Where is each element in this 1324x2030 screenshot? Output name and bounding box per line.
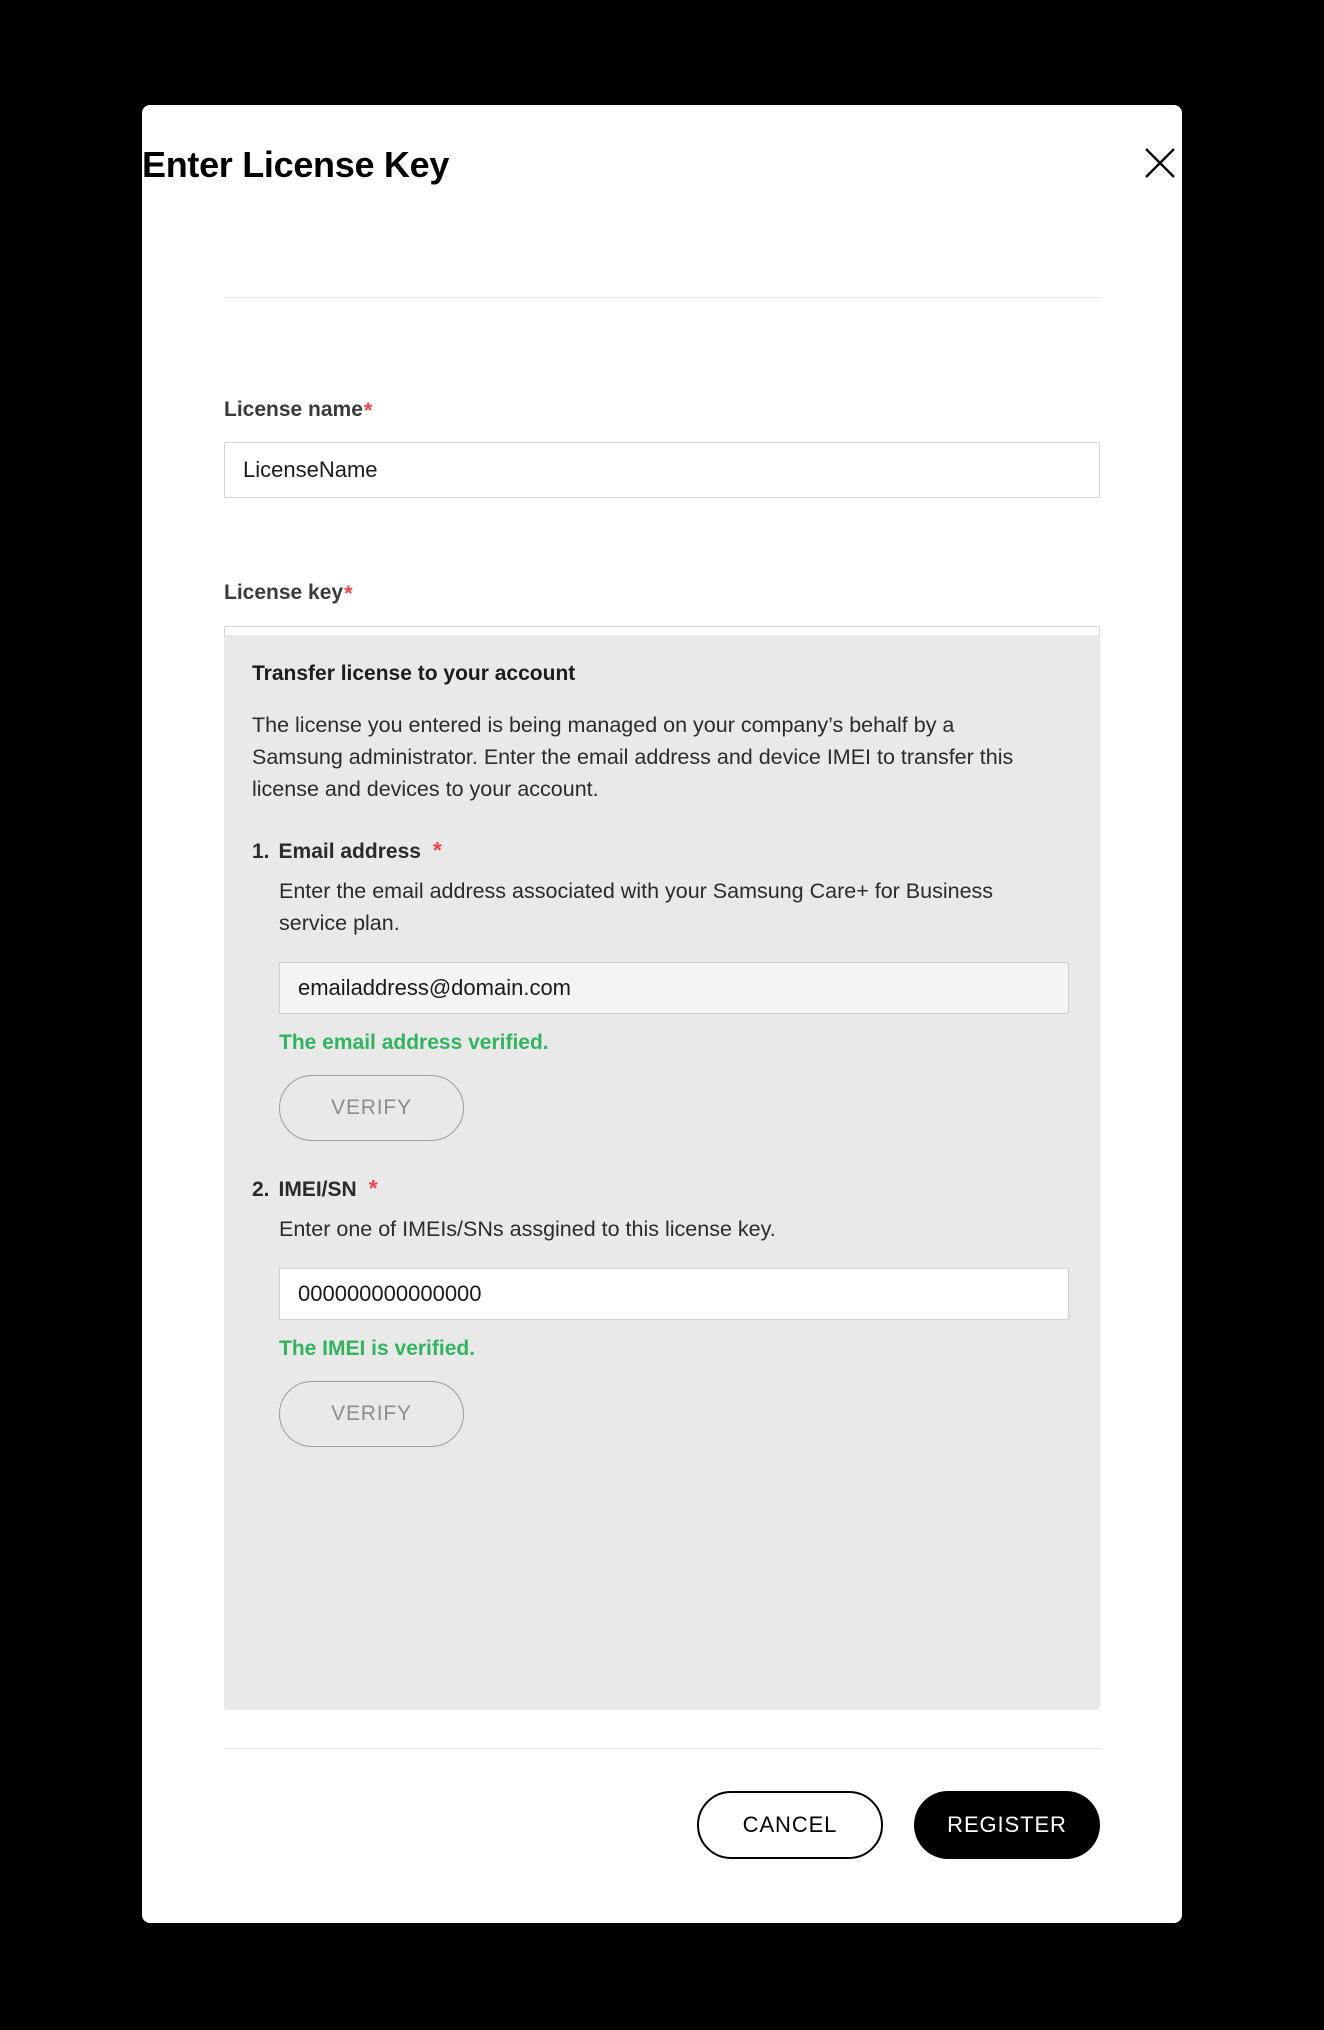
- required-asterisk: *: [368, 1175, 378, 1202]
- license-name-label: License name*: [224, 398, 373, 423]
- page-title: Enter License Key: [142, 144, 450, 185]
- step-number: 1.: [252, 840, 270, 864]
- email-address-input[interactable]: [279, 962, 1069, 1015]
- step-title: Email address: [278, 840, 421, 864]
- screen-backdrop: Enter License Key License name* License …: [0, 0, 1324, 2030]
- license-name-label-text: License name: [224, 398, 363, 421]
- license-key-label: License key*: [224, 581, 353, 606]
- license-name-input[interactable]: [224, 442, 1100, 498]
- close-button[interactable]: [1134, 137, 1182, 189]
- required-asterisk: *: [432, 837, 442, 864]
- step-imei-body: Enter one of IMEIs/SNs assgined to this …: [252, 1214, 1072, 1246]
- step-imei-heading: 2. IMEI/SN *: [252, 1175, 1072, 1202]
- step-number: 2.: [252, 1178, 270, 1202]
- step-imei-sn: 2. IMEI/SN * Enter one of IMEIs/SNs assg…: [252, 1177, 1072, 1447]
- header-divider: [224, 297, 1100, 298]
- enter-license-key-dialog: Enter License Key License name* License …: [142, 105, 1182, 1923]
- register-button[interactable]: REGISTER: [914, 1791, 1100, 1859]
- email-input-wrapper: [252, 962, 1072, 1015]
- required-asterisk: *: [363, 398, 373, 423]
- step-email-heading: 1. Email address *: [252, 837, 1072, 864]
- imei-input-wrapper: [252, 1267, 1072, 1320]
- cancel-button[interactable]: CANCEL: [697, 1791, 883, 1859]
- license-key-label-text: License key: [224, 581, 344, 604]
- transfer-license-panel: Transfer license to your account The lic…: [224, 635, 1100, 1710]
- imei-sn-input[interactable]: [279, 1267, 1069, 1320]
- footer-divider: [224, 1748, 1100, 1749]
- step-imei-description: Enter one of IMEIs/SNs assgined to this …: [279, 1217, 776, 1242]
- imei-verified-status: The IMEI is verified.: [279, 1336, 476, 1360]
- transfer-panel-description: The license you entered is being managed…: [252, 713, 1014, 801]
- step-title: IMEI/SN: [278, 1178, 357, 1202]
- transfer-panel-title: Transfer license to your account: [252, 662, 576, 685]
- step-email-body: Enter the email address associated with …: [252, 876, 1072, 940]
- imei-verify-button[interactable]: VERIFY: [279, 1380, 464, 1447]
- dialog-header: Enter License Key: [142, 105, 1182, 247]
- close-icon: [1143, 146, 1177, 180]
- footer-actions: CANCEL REGISTER: [697, 1791, 1100, 1859]
- email-verify-button[interactable]: VERIFY: [279, 1075, 464, 1142]
- required-asterisk: *: [344, 581, 353, 606]
- step-email-description: Enter the email address associated with …: [279, 879, 994, 936]
- email-verified-status: The email address verified.: [279, 1031, 549, 1055]
- step-email-address: 1. Email address * Enter the email addre…: [252, 837, 1072, 1142]
